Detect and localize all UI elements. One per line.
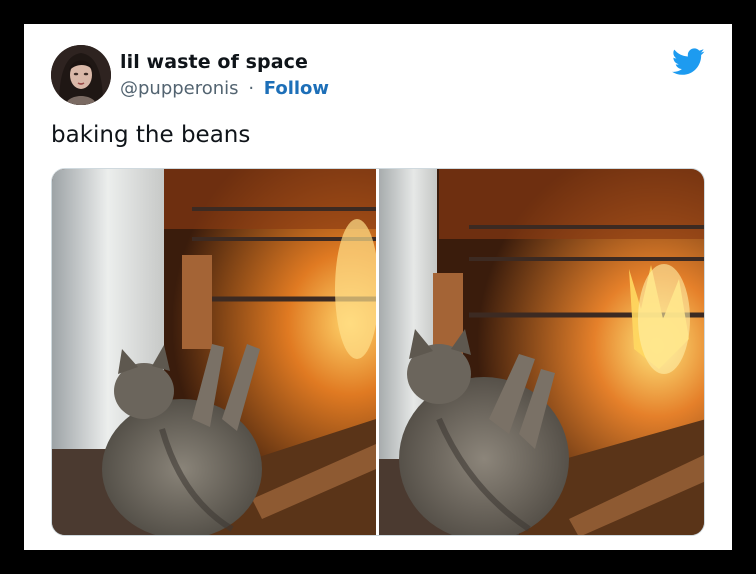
user-handle[interactable]: @pupperonis (120, 78, 239, 99)
media-photo-2[interactable] (379, 169, 704, 535)
handle-row: @pupperonis · Follow (120, 78, 329, 99)
media-grid (51, 168, 705, 536)
follow-button[interactable]: Follow (264, 78, 329, 99)
tweet-text: baking the beans (51, 122, 251, 148)
twitter-bird-icon[interactable] (672, 48, 705, 76)
display-name[interactable]: lil waste of space (120, 51, 308, 73)
avatar-image (51, 45, 111, 105)
handle-separator: · (248, 78, 255, 99)
tweet-card: lil waste of space @pupperonis · Follow … (24, 24, 732, 550)
media-photo-1[interactable] (52, 169, 376, 535)
avatar[interactable] (51, 45, 111, 105)
